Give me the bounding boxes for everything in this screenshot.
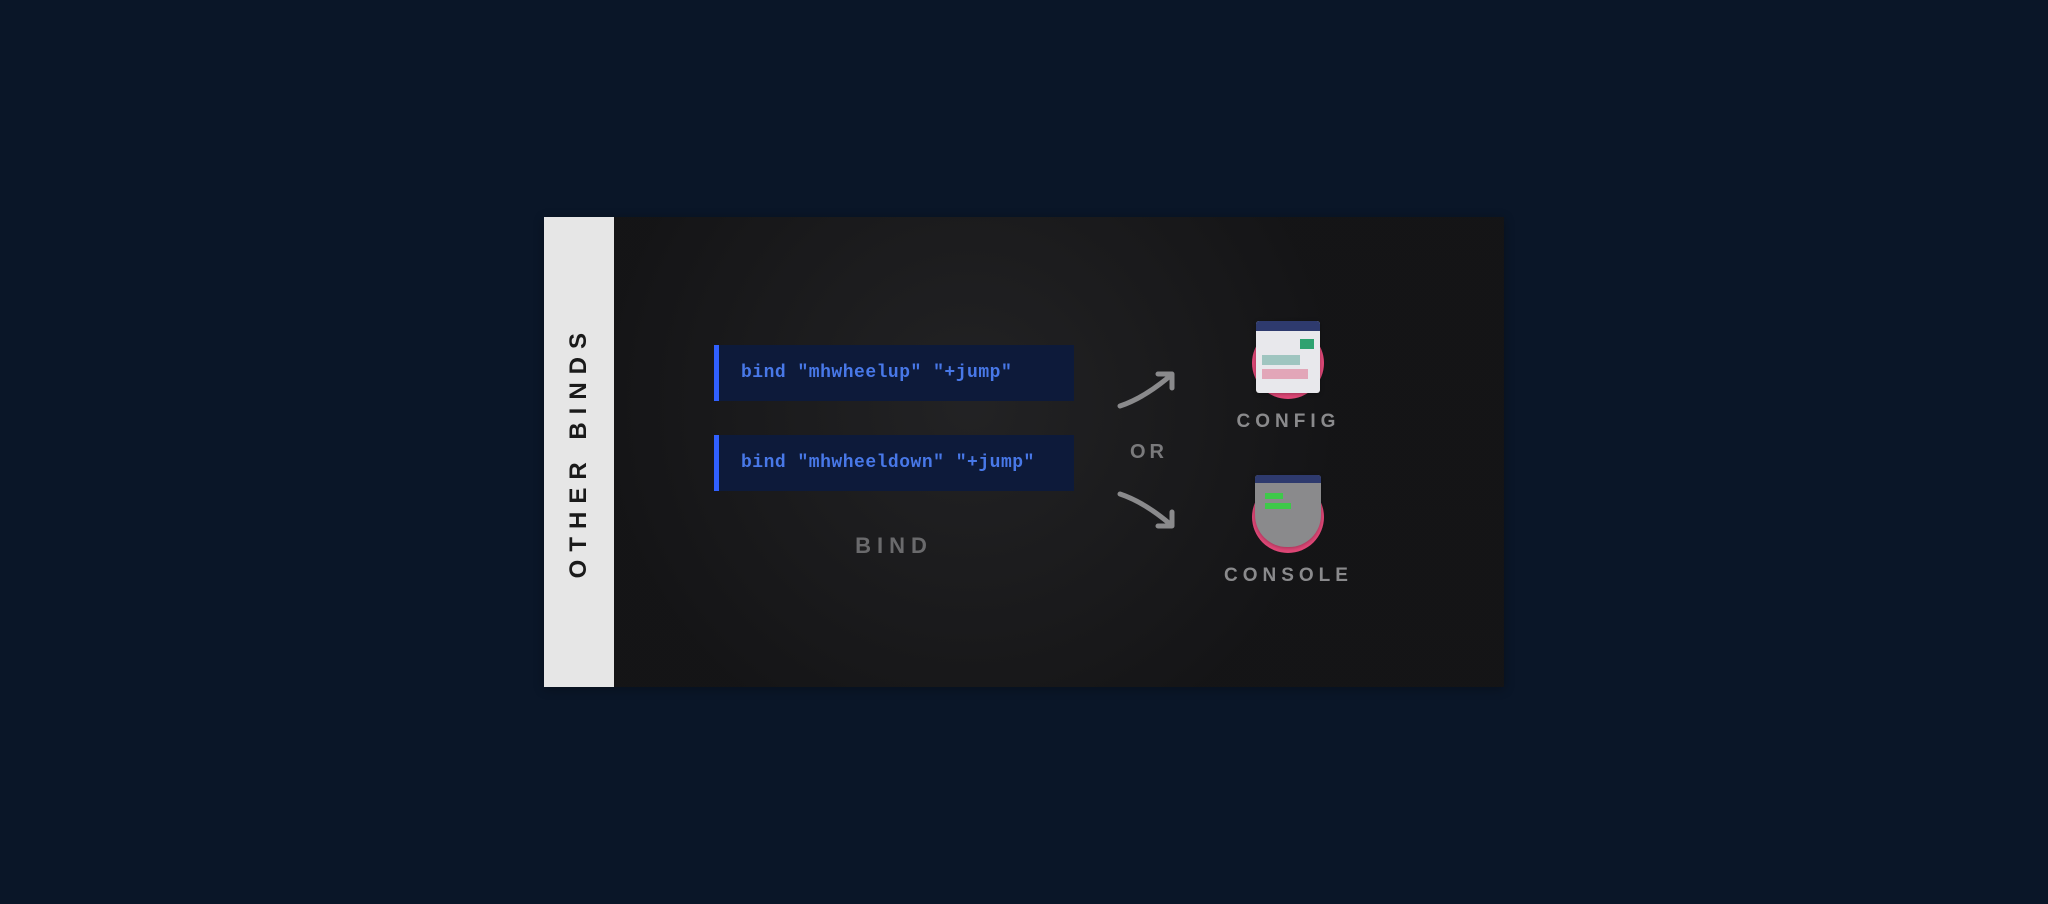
config-label: CONFIG <box>1237 411 1341 433</box>
bind-column: bind "mhwheelup" "+jump" bind "mhwheeldo… <box>714 345 1074 559</box>
arrow-up-icon <box>1114 362 1184 421</box>
target-console: CONSOLE <box>1224 471 1353 587</box>
console-icon <box>1248 471 1328 551</box>
console-label: CONSOLE <box>1224 565 1353 587</box>
arrow-down-icon <box>1114 484 1184 543</box>
targets-column: CONFIG CONSOLE <box>1224 317 1353 587</box>
bind-section-label: BIND <box>855 533 933 559</box>
target-config: CONFIG <box>1237 317 1341 433</box>
binds-card: OTHER BINDS bind "mhwheelup" "+jump" bin… <box>544 217 1504 687</box>
config-file-icon <box>1248 317 1328 397</box>
bind-code-1: bind "mhwheelup" "+jump" <box>714 345 1074 401</box>
or-label: OR <box>1130 441 1168 464</box>
arrows-column: OR <box>1114 362 1184 543</box>
sidebar-title: OTHER BINDS <box>565 325 593 578</box>
content-panel: bind "mhwheelup" "+jump" bind "mhwheeldo… <box>614 217 1504 687</box>
sidebar: OTHER BINDS <box>544 217 614 687</box>
bind-code-2: bind "mhwheeldown" "+jump" <box>714 435 1074 491</box>
